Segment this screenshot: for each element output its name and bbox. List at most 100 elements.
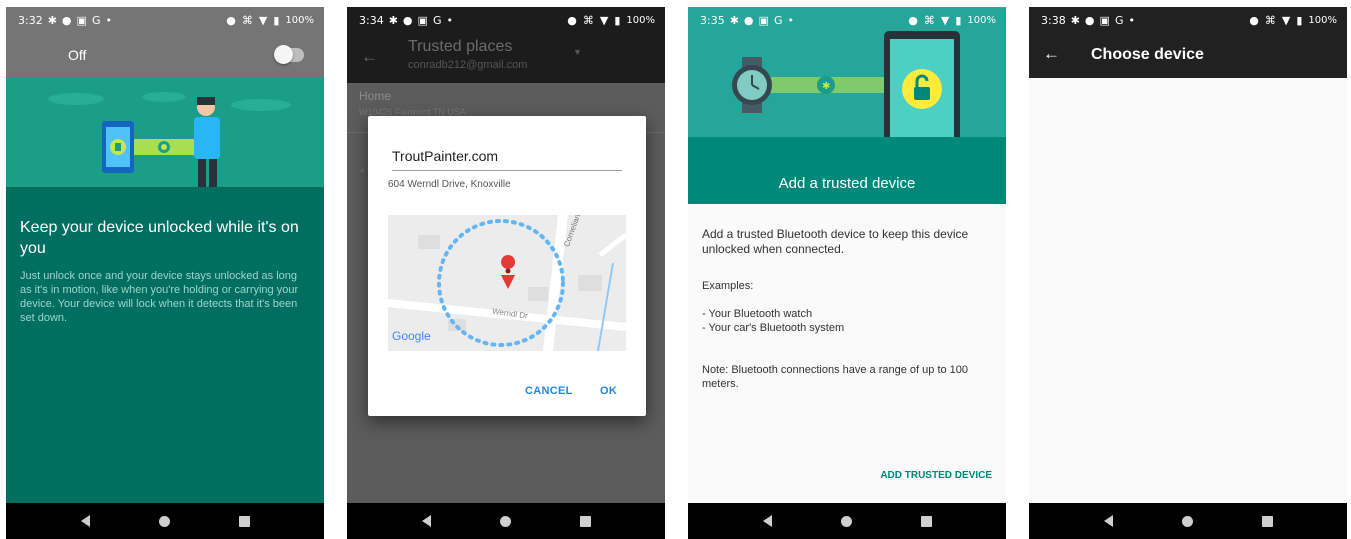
- battery-level: 100%: [1308, 14, 1337, 26]
- google-icon: G: [91, 13, 101, 27]
- battery-icon: ▮: [1296, 13, 1303, 27]
- nav-bar: [688, 503, 1006, 539]
- wifi-icon: ▼: [1281, 13, 1291, 27]
- cancel-button[interactable]: CANCEL: [525, 385, 573, 397]
- hero-illustration: ✱ Add a trusted device: [688, 7, 1006, 204]
- screen-title: Keep your device unlocked while it's on …: [20, 219, 299, 257]
- toggle-label: Off: [68, 47, 87, 63]
- location-map[interactable]: Cornelian Rd Werndl Dr Google: [388, 215, 626, 351]
- circle-icon: ●: [1249, 13, 1259, 27]
- dot-icon: •: [1128, 13, 1135, 27]
- google-logo: Google: [392, 329, 431, 343]
- image-icon: ▣: [1099, 13, 1110, 27]
- image-icon: ▣: [758, 13, 769, 27]
- nav-bar: [347, 503, 665, 539]
- account-dropdown-icon[interactable]: ▼: [573, 47, 582, 57]
- home-icon[interactable]: [499, 515, 511, 527]
- home-icon[interactable]: [840, 515, 852, 527]
- dot-icon: •: [787, 13, 794, 27]
- intro-text: Add a trusted Bluetooth device to keep t…: [702, 227, 969, 256]
- status-bar: 3:32 ✱ ● ▣ G • ● ⌘ ▼ ▮ 100%: [6, 7, 324, 33]
- range-note: Note: Bluetooth connections have a range…: [702, 364, 969, 390]
- wifi-icon: ▼: [599, 13, 609, 27]
- status-bar: 3:34 ✱ ● ▣ G • ● ⌘ ▼ ▮ 100%: [347, 7, 665, 33]
- no-sim-icon: ⌘: [1264, 13, 1276, 27]
- person-with-phone-illustration: [48, 92, 291, 187]
- recents-icon[interactable]: [1261, 515, 1273, 527]
- battery-icon: ▮: [614, 13, 621, 27]
- no-sim-icon: ⌘: [923, 13, 935, 27]
- status-time: 3:32: [18, 13, 43, 27]
- examples-heading: Examples:: [702, 280, 754, 292]
- google-icon: G: [773, 13, 783, 27]
- device-list: [1029, 78, 1347, 503]
- wifi-icon: ▼: [940, 13, 950, 27]
- battery-level: 100%: [626, 14, 655, 26]
- back-arrow-icon[interactable]: ←: [1043, 44, 1060, 64]
- hero-band: [688, 137, 1006, 204]
- gear-icon: ✱: [47, 13, 57, 27]
- circle-icon: ●: [567, 13, 577, 27]
- back-icon[interactable]: [1103, 515, 1113, 527]
- recents-icon[interactable]: [920, 515, 932, 527]
- explanation-panel: Keep your device unlocked while it's on …: [6, 187, 324, 503]
- recents-icon[interactable]: [238, 515, 250, 527]
- screen-description: Just unlock once and your device stays u…: [20, 270, 299, 324]
- screen-trusted-places: 3:34 ✱ ● ▣ G • ● ⌘ ▼ ▮ 100% ← Trusted pl…: [347, 7, 665, 539]
- back-icon[interactable]: [80, 515, 90, 527]
- nav-bar: [1029, 503, 1347, 539]
- google-icon: G: [432, 13, 442, 27]
- page-title: Choose device: [1091, 46, 1204, 63]
- battery-icon: ▮: [273, 13, 280, 27]
- add-place-icon[interactable]: +: [359, 165, 365, 177]
- back-icon[interactable]: [762, 515, 772, 527]
- dot-icon: •: [105, 13, 112, 27]
- add-trusted-device-button[interactable]: ADD TRUSTED DEVICE: [880, 470, 992, 481]
- nav-bar: [6, 503, 324, 539]
- battery-level: 100%: [285, 14, 314, 26]
- battery-icon: ▮: [955, 13, 962, 27]
- home-place-label[interactable]: Home: [359, 89, 391, 103]
- back-arrow-icon[interactable]: ←: [361, 47, 378, 67]
- svg-text:✱: ✱: [822, 81, 830, 92]
- home-icon[interactable]: [1181, 515, 1193, 527]
- explanation-panel: Add a trusted Bluetooth device to keep t…: [688, 204, 1006, 503]
- hero-illustration: [6, 77, 324, 187]
- screen-add-trusted-device: 3:35 ✱ ● ▣ G • ● ⌘ ▼ ▮ 100% ✱ Add a trus…: [688, 7, 1006, 539]
- circle-icon: ●: [908, 13, 918, 27]
- status-time: 3:34: [359, 13, 384, 27]
- battery-level: 100%: [967, 14, 996, 26]
- location-icon: ●: [61, 13, 72, 27]
- no-sim-icon: ⌘: [241, 13, 253, 27]
- status-time: 3:35: [700, 13, 725, 27]
- on-body-toggle-row[interactable]: Off: [6, 33, 324, 77]
- place-address: 604 Werndl Drive, Knoxville: [388, 179, 511, 190]
- wifi-icon: ▼: [258, 13, 268, 27]
- toggle-switch[interactable]: [274, 45, 304, 64]
- status-time: 3:38: [1041, 13, 1066, 27]
- place-name-field[interactable]: TroutPainter.com: [392, 148, 622, 171]
- home-icon[interactable]: [158, 515, 170, 527]
- place-dialog: TroutPainter.com 604 Werndl Drive, Knoxv…: [368, 116, 646, 416]
- image-icon: ▣: [76, 13, 87, 27]
- back-icon[interactable]: [421, 515, 431, 527]
- gear-icon: ✱: [1070, 13, 1080, 27]
- location-icon: ●: [1084, 13, 1095, 27]
- screen-smart-lock-on-body: 3:32 ✱ ● ▣ G • ● ⌘ ▼ ▮ 100% Off Keep you…: [6, 7, 324, 539]
- status-bar: 3:38 ✱ ● ▣ G • ● ⌘ ▼ ▮ 100%: [1029, 7, 1347, 33]
- example-item: - Your car's Bluetooth system: [702, 322, 845, 334]
- account-email: conradb212@gmail.com: [408, 59, 528, 71]
- circle-icon: ●: [226, 13, 236, 27]
- location-icon: ●: [402, 13, 413, 27]
- location-icon: ●: [743, 13, 754, 27]
- ok-button[interactable]: OK: [600, 385, 617, 397]
- no-sim-icon: ⌘: [582, 13, 594, 27]
- screen-title: Add a trusted device: [778, 175, 916, 192]
- recents-icon[interactable]: [579, 515, 591, 527]
- example-item: - Your Bluetooth watch: [702, 308, 813, 320]
- gear-icon: ✱: [388, 13, 398, 27]
- gear-icon: ✱: [729, 13, 739, 27]
- status-bar: 3:35 ✱ ● ▣ G • ● ⌘ ▼ ▮ 100%: [688, 7, 1006, 33]
- dot-icon: •: [446, 13, 453, 27]
- google-icon: G: [1114, 13, 1124, 27]
